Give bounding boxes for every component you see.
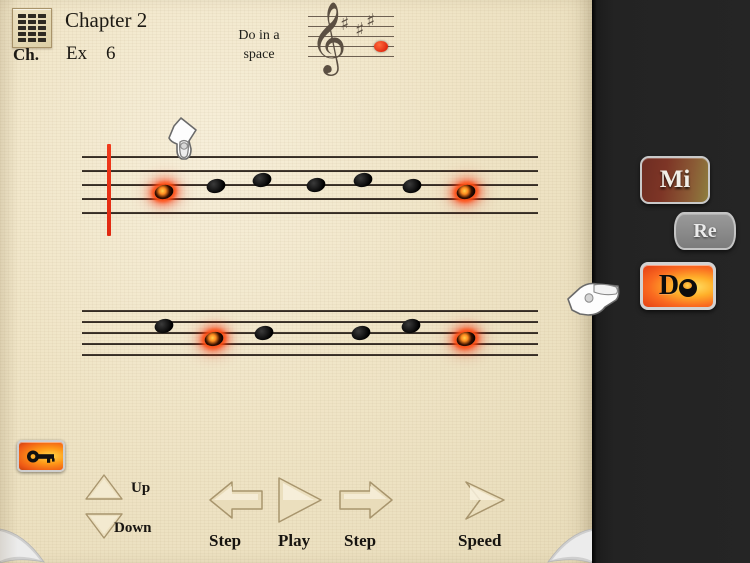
step-back-label: Step (209, 531, 242, 550)
hand-cursor-pointing-right (564, 278, 620, 322)
solfege-button-re[interactable]: Re (674, 212, 736, 250)
sharp-icon: ♯ (340, 13, 350, 35)
step-forward-label: Step (344, 531, 377, 550)
staff-line (82, 156, 538, 158)
staff-line (82, 310, 538, 312)
sharp-icon: ♯ (355, 19, 365, 41)
speed-button[interactable] (462, 480, 508, 522)
solfege-label-re: Re (693, 219, 717, 242)
solfege-button-mi[interactable]: Mi (640, 156, 710, 204)
exercise-label: Ex (66, 43, 88, 64)
instruction-hint: Do in a space (225, 26, 293, 64)
key-icon (27, 450, 55, 463)
pitch-down-label: Down (114, 520, 152, 536)
solfege-label-do: D (659, 270, 698, 302)
page-curl-bottom-right[interactable] (546, 523, 593, 563)
staff-line (82, 321, 538, 323)
step-forward-button[interactable] (338, 478, 394, 522)
play-button[interactable] (276, 476, 324, 524)
pitch-up-button[interactable] (85, 474, 123, 500)
hand-cursor-pointing-down (160, 116, 208, 168)
staff-line (82, 170, 538, 172)
grid-menu-icon[interactable] (12, 8, 52, 48)
page-title: Chapter 2 (65, 8, 148, 32)
hint-line-2: space (243, 47, 275, 62)
staff-line (82, 212, 538, 214)
play-label: Play (278, 531, 311, 550)
paper-workspace: Chapter 2 Ch. Ex 6 Do in a space 𝄞 ♯ ♯ ♯ (0, 0, 593, 563)
chapter-abbrev-label: Ch. (13, 45, 39, 64)
red-barline (107, 144, 111, 236)
page-curl-bottom-left[interactable] (0, 523, 46, 563)
step-back-button[interactable] (208, 478, 264, 522)
exercise-number: 6 (106, 43, 116, 64)
solfege-label-mi: Mi (659, 166, 691, 193)
speed-label: Speed (458, 531, 502, 550)
staff-line (82, 354, 538, 356)
hint-line-1: Do in a (238, 28, 280, 43)
do-o-glyph (679, 279, 698, 297)
sharp-icon: ♯ (366, 10, 376, 32)
solfege-button-do[interactable]: D (640, 262, 716, 310)
key-signature-staff: 𝄞 ♯ ♯ ♯ (308, 6, 394, 68)
reference-note (374, 41, 388, 52)
key-signature-button[interactable] (17, 440, 65, 472)
music-trainer-screen: Chapter 2 Ch. Ex 6 Do in a space 𝄞 ♯ ♯ ♯ (0, 0, 750, 563)
pitch-up-label: Up (131, 480, 151, 496)
staff-line (82, 198, 538, 200)
